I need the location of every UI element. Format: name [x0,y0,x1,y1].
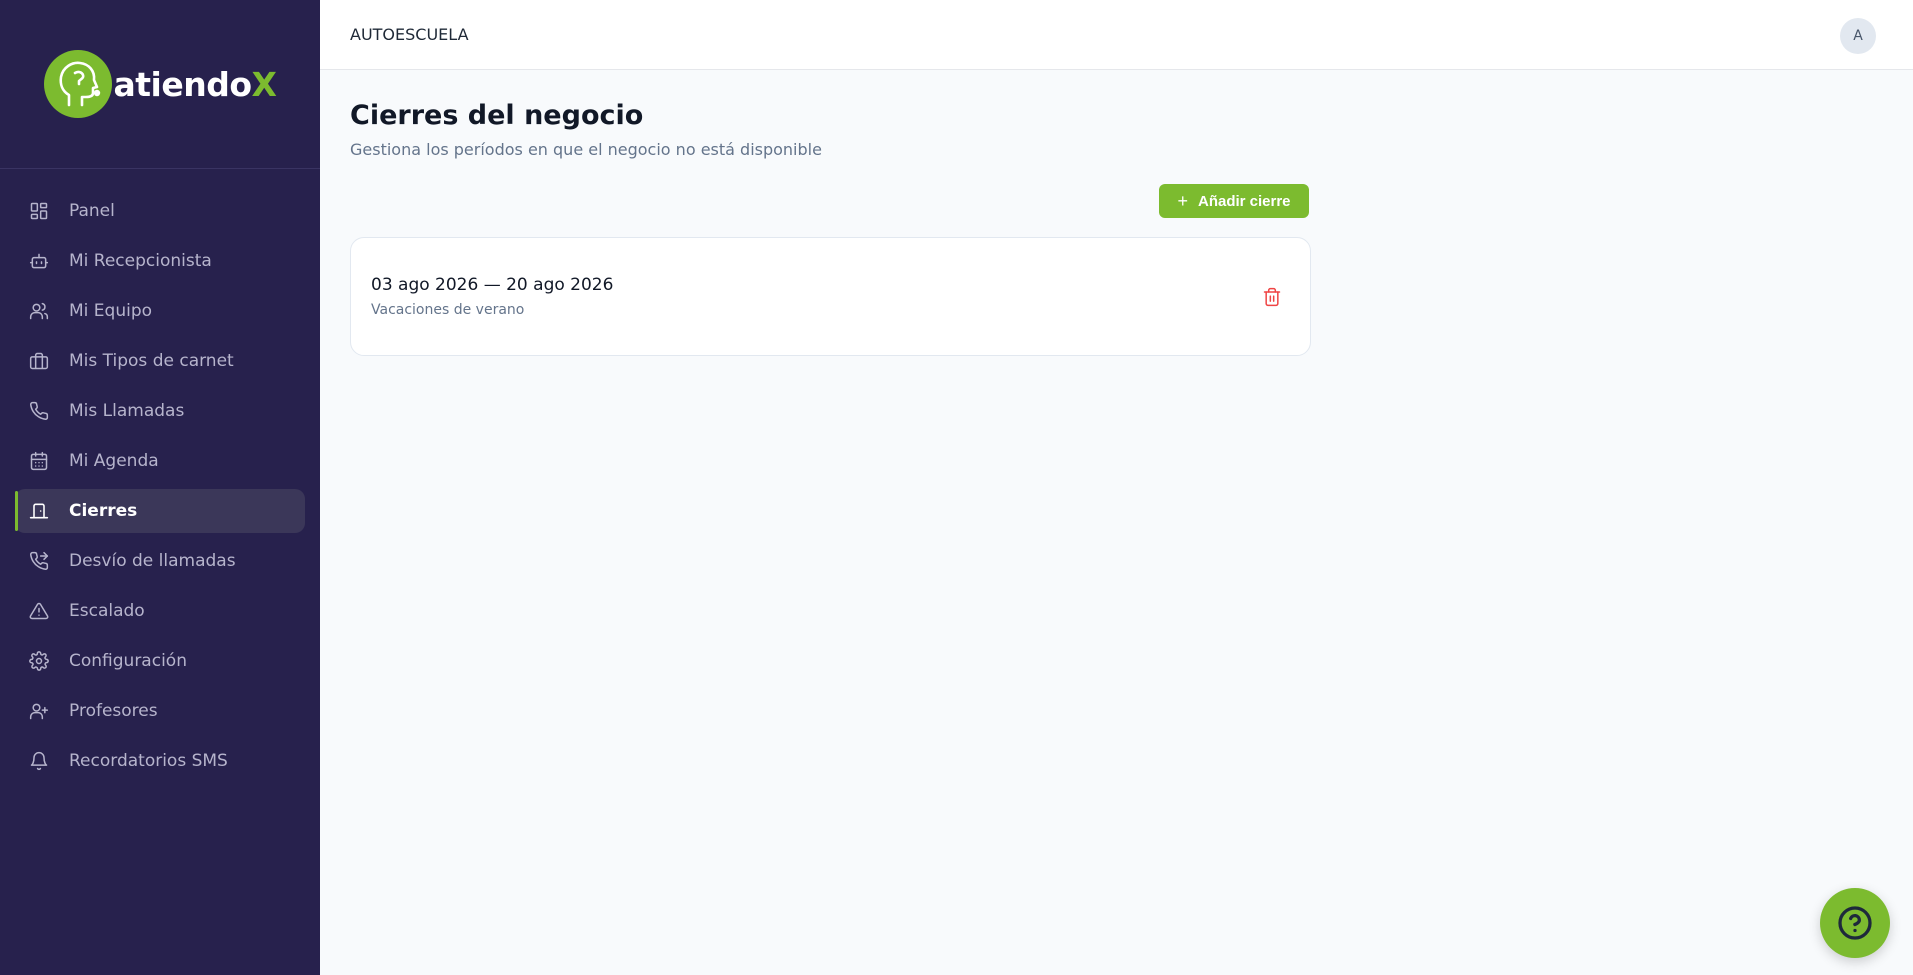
bell-icon [29,751,49,771]
sidebar-item-cierres[interactable]: Cierres [15,489,305,533]
briefcase-icon [29,351,49,371]
logo-text: atiendoX [113,64,277,104]
avatar[interactable]: A [1840,18,1876,54]
door-closed-icon [29,501,49,521]
user-plus-icon [29,701,49,721]
sidebar-item-label: Panel [69,201,115,221]
page-subtitle: Gestiona los períodos en que el negocio … [350,140,822,159]
add-closure-label: Añadir cierre [1197,192,1291,210]
sidebar-item-label: Mis Llamadas [69,401,185,421]
help-button[interactable] [1820,888,1890,958]
sidebar-item-profesores[interactable]: Profesores [15,689,305,733]
sidebar-item-label: Configuración [69,651,187,671]
logo-head-icon [43,50,112,118]
page-title: Cierres del negocio [350,100,644,131]
phone-icon [29,401,49,421]
alert-triangle-icon [29,601,49,621]
sidebar-item-configuracion[interactable]: Configuración [15,639,305,683]
top-header: AUTOESCUELA A [320,0,1913,70]
gear-icon [29,651,49,671]
logo-area: atiendoX [0,0,320,169]
sidebar-item-escalado[interactable]: Escalado [15,589,305,633]
sidebar-item-label: Mis Tipos de carnet [69,351,234,371]
sidebar-item-label: Mi Recepcionista [69,251,212,271]
sidebar: atiendoX Panel Mi Recepcionista Mi Equip… [0,0,320,975]
bot-icon [29,251,49,271]
closure-card: 03 ago 2026 — 20 ago 2026 Vacaciones de … [350,237,1311,356]
sidebar-item-label: Escalado [69,601,145,621]
company-name: AUTOESCUELA [350,25,469,44]
sidebar-item-mis-tipos-de-carnet[interactable]: Mis Tipos de carnet [15,339,305,383]
trash-icon [1262,287,1282,307]
sidebar-item-mi-recepcionista[interactable]: Mi Recepcionista [15,239,305,283]
dashboard-grid-icon [29,201,49,221]
phone-forward-icon [29,551,49,571]
brand-logo[interactable]: atiendoX [43,50,277,118]
delete-closure-button[interactable] [1260,285,1284,309]
sidebar-nav: Panel Mi Recepcionista Mi Equipo Mis Tip… [0,189,320,783]
sidebar-item-mi-agenda[interactable]: Mi Agenda [15,439,305,483]
help-circle-icon [1837,905,1873,941]
closure-dates: 03 ago 2026 — 20 ago 2026 [371,275,614,295]
sidebar-item-recordatorios-sms[interactable]: Recordatorios SMS [15,739,305,783]
sidebar-item-label: Desvío de llamadas [69,551,236,571]
sidebar-item-label: Cierres [69,501,138,521]
closure-reason: Vacaciones de verano [371,302,525,318]
sidebar-item-mis-llamadas[interactable]: Mis Llamadas [15,389,305,433]
sidebar-item-label: Mi Equipo [69,301,153,321]
add-closure-button[interactable]: + Añadir cierre [1159,184,1309,218]
sidebar-item-mi-equipo[interactable]: Mi Equipo [15,289,305,333]
sidebar-item-label: Profesores [69,701,158,721]
sidebar-item-desvio-de-llamadas[interactable]: Desvío de llamadas [15,539,305,583]
plus-icon: + [1177,191,1188,211]
calendar-icon [29,451,49,471]
users-icon [29,301,49,321]
sidebar-item-panel[interactable]: Panel [15,189,305,233]
sidebar-item-label: Mi Agenda [69,451,159,471]
sidebar-item-label: Recordatorios SMS [69,751,228,771]
